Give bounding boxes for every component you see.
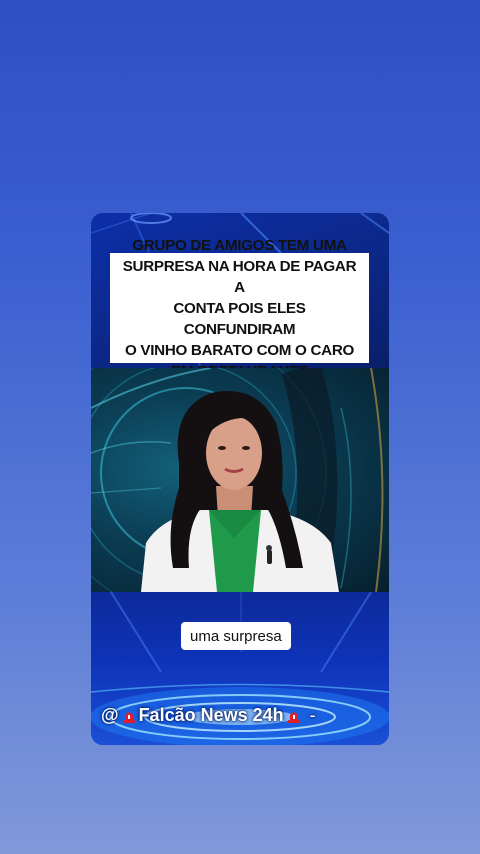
caption-area: uma surpresa @ Falcão News 24h - [91, 592, 389, 745]
siren-icon [287, 709, 301, 723]
channel-watermark: @ Falcão News 24h - [101, 705, 316, 726]
news-anchor-video-still [91, 368, 384, 592]
headline-banner: GRUPO DE AMIGOS TEM UMA SURPRESA NA HORA… [91, 213, 389, 368]
brand-name: Falcão News 24h [138, 705, 284, 725]
video-frame[interactable] [91, 368, 389, 592]
headline-text: GRUPO DE AMIGOS TEM UMA SURPRESA NA HORA… [122, 236, 357, 369]
headline-box: GRUPO DE AMIGOS TEM UMA SURPRESA NA HORA… [110, 237, 369, 368]
subtitle-caption: uma surpresa [181, 622, 291, 650]
brand-suffix: - [309, 705, 316, 725]
siren-icon [122, 709, 136, 723]
brand-prefix: @ [101, 705, 119, 725]
video-post-card[interactable]: GRUPO DE AMIGOS TEM UMA SURPRESA NA HORA… [91, 213, 389, 745]
